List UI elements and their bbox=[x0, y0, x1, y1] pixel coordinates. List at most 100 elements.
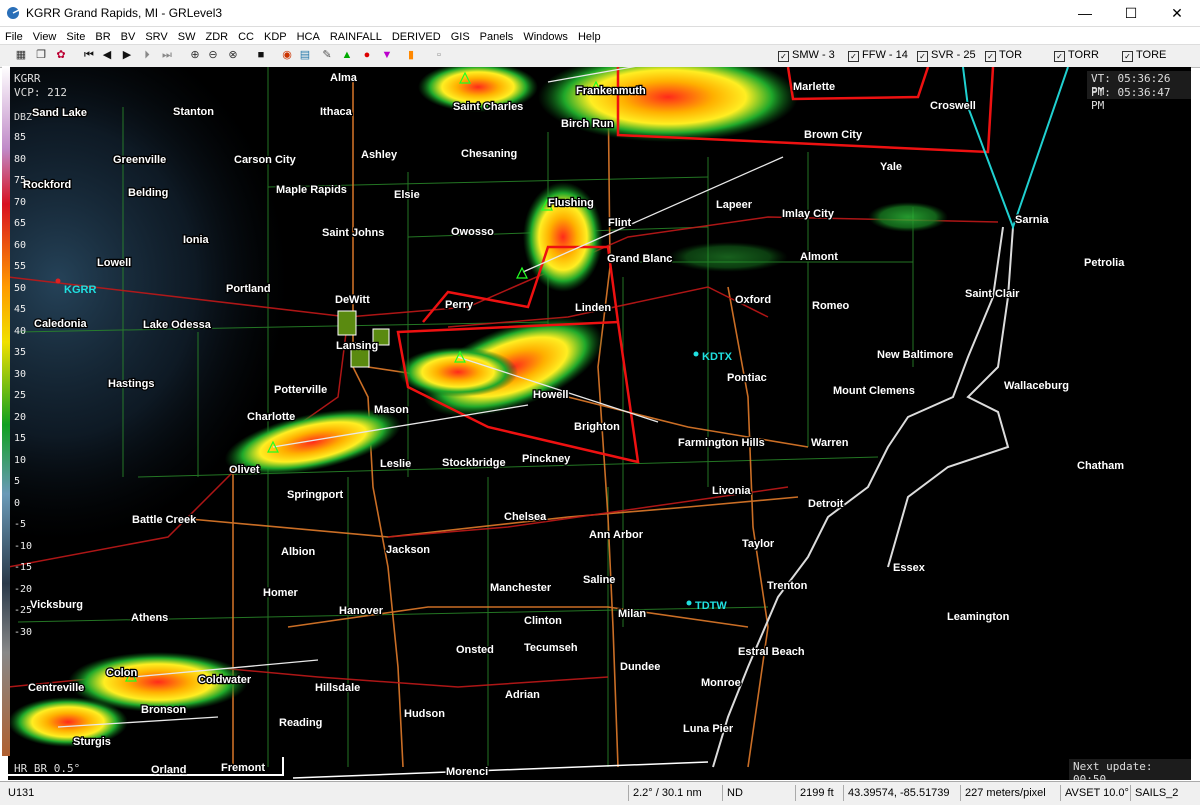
checkbox[interactable]: ✓ bbox=[917, 51, 928, 62]
step-back-icon[interactable]: ◀ bbox=[100, 48, 114, 62]
toolbar: ▦ ❐ ✿ ⏮ ◀ ▶ ⏵ ⏭ ⊕ ⊖ ⊗ ■ ◉ ▤ ✎ ▲ ● ▼ ▮ ▫ ✓ SMW - 3 ✓ FFW - 14 ✓ SV… bbox=[0, 44, 1200, 68]
radar-site-marker[interactable] bbox=[55, 278, 61, 284]
city-label: Trenton bbox=[767, 580, 808, 592]
scale-tick: 35 bbox=[14, 347, 27, 358]
city-label: Monroe bbox=[701, 677, 741, 689]
radar-site-label[interactable]: TDTW bbox=[695, 600, 727, 612]
scale-tick: 75 bbox=[14, 175, 27, 186]
scale-tick: -30 bbox=[14, 626, 33, 638]
warning-toggle-svr[interactable]: ✓ SVR - 25 bbox=[917, 49, 976, 62]
checkbox[interactable]: ✓ bbox=[1054, 51, 1065, 62]
status-product: U131 bbox=[8, 787, 35, 799]
city-label: Saint Johns bbox=[322, 227, 384, 239]
tool-icon[interactable]: ✎ bbox=[320, 48, 334, 62]
color-scale-bar bbox=[2, 66, 10, 756]
city-label: Jackson bbox=[386, 544, 430, 556]
inverted-triangle-icon[interactable]: ▼ bbox=[380, 48, 394, 62]
skip-last-icon[interactable]: ⏭ bbox=[160, 48, 174, 62]
city-label: Birch Run bbox=[561, 118, 614, 130]
warning-toggle-tor[interactable]: ✓ TOR bbox=[985, 49, 1022, 62]
radar-site-marker[interactable] bbox=[686, 600, 692, 606]
maximize-button[interactable]: ☐ bbox=[1108, 0, 1154, 26]
city-label: Sarnia bbox=[1015, 214, 1050, 226]
copy-icon[interactable]: ❐ bbox=[34, 48, 48, 62]
warning-toggle-smw[interactable]: ✓ SMW - 3 bbox=[778, 49, 835, 62]
city-label: Vicksburg bbox=[30, 599, 83, 611]
color-icon[interactable]: ✿ bbox=[54, 48, 68, 62]
city-label: Livonia bbox=[712, 485, 751, 497]
radar-site-marker[interactable] bbox=[693, 351, 699, 357]
city-label: Warren bbox=[811, 437, 849, 449]
city-label: Lake Odessa bbox=[143, 319, 212, 331]
city-label: Imlay City bbox=[782, 208, 835, 220]
city-label: Grand Blanc bbox=[607, 253, 672, 265]
storm-icon[interactable]: ◉ bbox=[280, 48, 294, 62]
radar-site-label[interactable]: KGRR bbox=[64, 284, 96, 296]
city-label: Frankenmuth bbox=[576, 85, 646, 97]
scale-tick: -25 bbox=[14, 605, 33, 616]
mesonet-icon[interactable]: ▤ bbox=[298, 48, 312, 62]
city-label: Alma bbox=[330, 72, 358, 84]
zoom-out-icon[interactable]: ⊖ bbox=[206, 48, 220, 62]
play-icon[interactable]: ▶ bbox=[120, 48, 134, 62]
city-label: Fremont bbox=[221, 762, 265, 774]
checkbox[interactable]: ✓ bbox=[985, 51, 996, 62]
status-coords: 43.39574, -85.51739 bbox=[843, 785, 950, 801]
city-label: New Baltimore bbox=[877, 349, 953, 361]
map-canvas[interactable]: Alma Saint Charles Frankenmuth Marlette Cros… bbox=[8, 67, 1191, 780]
city-label: Saint Charles bbox=[453, 101, 523, 113]
city-label: Mount Clemens bbox=[833, 385, 915, 397]
city-label: Caledonia bbox=[34, 318, 87, 330]
warning-toggle-torr[interactable]: ✓ TORR bbox=[1054, 49, 1099, 62]
city-label: Greenville bbox=[113, 154, 166, 166]
warning-label: TORE bbox=[1136, 49, 1167, 61]
city-label: Stockbridge bbox=[442, 457, 506, 469]
warning-label: TORR bbox=[1068, 49, 1099, 61]
checkbox[interactable]: ✓ bbox=[848, 51, 859, 62]
warning-toggle-tore[interactable]: ✓ TORE bbox=[1122, 49, 1166, 62]
city-label: Owosso bbox=[451, 226, 494, 238]
city-label: Potterville bbox=[274, 384, 327, 396]
rect-icon[interactable]: ▮ bbox=[404, 48, 418, 62]
city-label: Pinckney bbox=[522, 453, 571, 465]
circle-icon[interactable]: ● bbox=[360, 48, 374, 62]
city-label: Ithaca bbox=[320, 106, 353, 118]
product-label: HR BR 0.5° bbox=[14, 762, 81, 775]
status-range: 2.2° / 30.1 nm bbox=[628, 785, 702, 801]
city-label: Reading bbox=[279, 717, 322, 729]
scale-tick: 85 bbox=[14, 132, 27, 143]
city-label: Farmington Hills bbox=[678, 437, 765, 449]
radar-site-label[interactable]: KDTX bbox=[702, 351, 733, 363]
checkbox[interactable]: ✓ bbox=[1122, 51, 1133, 62]
step-forward-icon[interactable]: ⏵ bbox=[140, 48, 154, 62]
skip-first-icon[interactable]: ⏮ bbox=[82, 48, 96, 62]
city-label: Olivet bbox=[229, 464, 260, 476]
zoom-reset-icon[interactable]: ⊗ bbox=[226, 48, 240, 62]
radar-map[interactable]: Alma Saint Charles Frankenmuth Marlette Cros… bbox=[8, 67, 1191, 780]
city-label: Ionia bbox=[183, 234, 210, 246]
city-label: Battle Creek bbox=[132, 514, 197, 526]
square-icon[interactable]: ▫ bbox=[432, 48, 446, 62]
stop-icon[interactable]: ■ bbox=[254, 48, 268, 62]
warning-label: SMW - 3 bbox=[792, 49, 835, 61]
layout-icon[interactable]: ▦ bbox=[14, 48, 28, 62]
city-label: Chesaning bbox=[461, 148, 517, 160]
city-label: Coldwater bbox=[198, 674, 252, 686]
minimize-button[interactable]: — bbox=[1062, 0, 1108, 26]
checkbox[interactable]: ✓ bbox=[778, 51, 789, 62]
zoom-in-icon[interactable]: ⊕ bbox=[188, 48, 202, 62]
scale-tick: 0 bbox=[14, 497, 21, 509]
scale-tick: 15 bbox=[14, 433, 27, 444]
city-label: Maple Rapids bbox=[276, 184, 347, 196]
city-label: Brighton bbox=[574, 421, 620, 433]
city-label: Saline bbox=[583, 574, 615, 586]
city-label: Hanover bbox=[339, 605, 384, 617]
city-label: Centreville bbox=[28, 682, 84, 694]
triangle-icon[interactable]: ▲ bbox=[340, 48, 354, 62]
menu-bar: File View Site BR BV SRV SW ZDR CC KDP HCA RAINFALL… bbox=[0, 27, 1200, 44]
warning-toggle-ffw[interactable]: ✓ FFW - 14 bbox=[848, 49, 908, 62]
city-label: Ashley bbox=[361, 149, 398, 161]
city-label: Homer bbox=[263, 587, 299, 599]
status-avset: AVSET 10.0° bbox=[1060, 785, 1129, 801]
close-button[interactable]: ✕ bbox=[1154, 0, 1200, 26]
